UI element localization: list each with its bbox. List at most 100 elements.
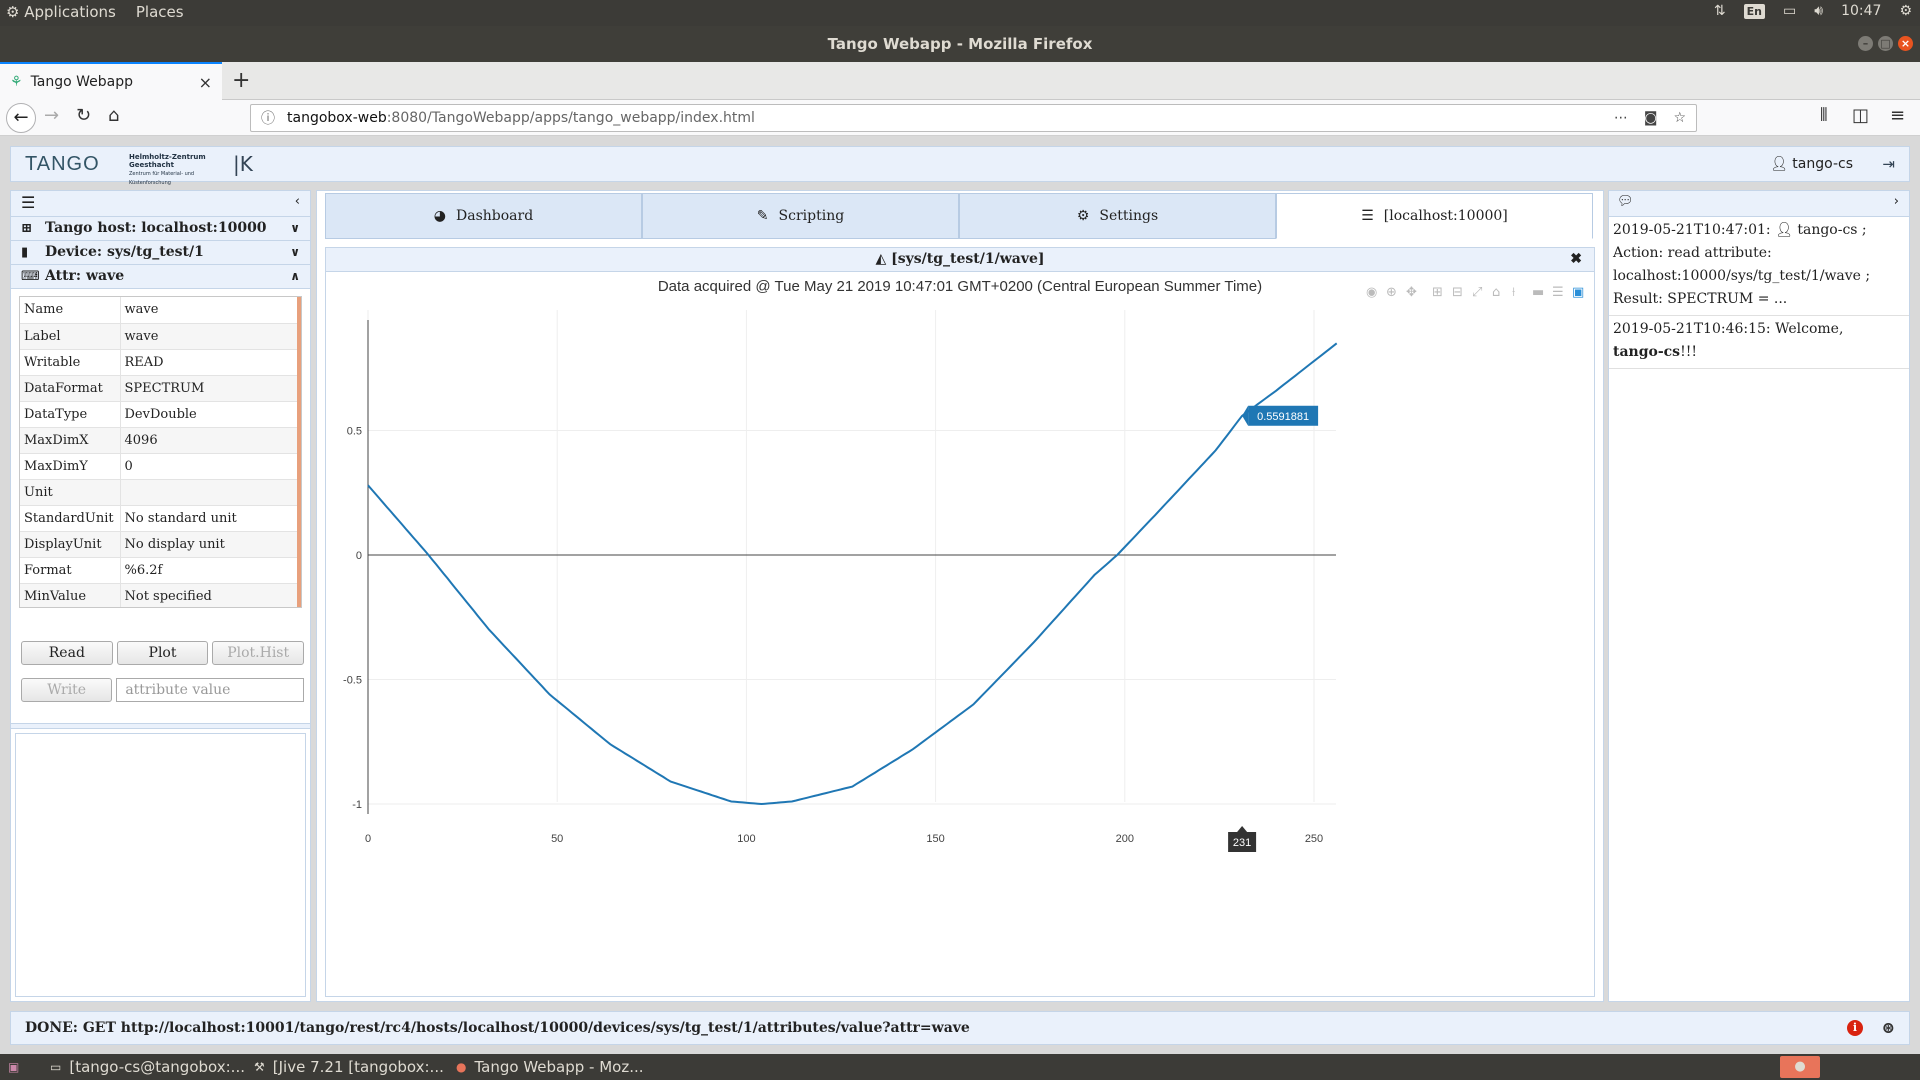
device-accordion[interactable]: ▮ Device: sys/tg_test/1 ∨: [11, 241, 310, 265]
status-bar: DONE: GET http://localhost:10001/tango/r…: [10, 1011, 1910, 1045]
volume-icon[interactable]: 🔊︎: [1814, 3, 1823, 19]
zoom-in-icon[interactable]: ⊞: [1432, 285, 1443, 300]
main-tabs: ◕ Dashboard ✎ Scripting ⚙ Settings ☰ [localh…: [325, 193, 1595, 239]
zoom-icon[interactable]: ⊕: [1386, 285, 1397, 300]
url-bar[interactable]: ⓘ tangobox-web:8080/TangoWebapp/apps/tan…: [250, 104, 1697, 132]
user-name: tango-cs: [1792, 156, 1853, 172]
library-icon[interactable]: ⫴: [1820, 105, 1828, 126]
scrollbar[interactable]: [297, 297, 301, 607]
property-key: MaxDimX: [20, 427, 121, 454]
minimize-button[interactable]: –: [1858, 36, 1873, 51]
keyboard-layout-indicator[interactable]: En: [1743, 3, 1766, 19]
taskbar-item-firefox[interactable]: ● Tango Webapp - Moz...: [456, 1054, 644, 1080]
sidebar-icon[interactable]: ◫: [1852, 105, 1869, 126]
tab-scripting[interactable]: ✎ Scripting: [642, 193, 959, 239]
battery-icon[interactable]: ▭: [1783, 3, 1796, 19]
window-titlebar: Tango Webapp - Mozilla Firefox – □ ×: [0, 26, 1920, 62]
right-panel-toolbar: 💬︎ ›: [1609, 191, 1909, 217]
property-row[interactable]: Format %6.2f: [20, 557, 301, 584]
taskbar-label: Tango Webapp - Moz...: [474, 1058, 644, 1076]
places-menu[interactable]: Places: [136, 3, 184, 21]
taskbar-item-terminal[interactable]: ▭ [tango-cs@tangobox:...: [50, 1054, 245, 1080]
user-menu[interactable]: 👤︎ tango-cs: [1770, 156, 1853, 172]
log-time: 2019-05-21T10:47:01:: [1613, 222, 1771, 238]
hamburger-menu-icon[interactable]: ≡: [1890, 105, 1905, 126]
property-row[interactable]: MinValue Not specified: [20, 583, 301, 607]
spike-lines-icon[interactable]: ⟊: [1512, 285, 1516, 300]
forward-icon[interactable]: →: [44, 105, 59, 126]
close-tab-icon[interactable]: ×: [199, 73, 212, 92]
menu-icon[interactable]: ☰: [21, 193, 35, 212]
back-icon[interactable]: ←: [6, 103, 36, 133]
attribute-value-input[interactable]: attribute value: [116, 678, 304, 702]
error-info-icon[interactable]: i: [1847, 1020, 1863, 1036]
taskbar-item-jive[interactable]: ⚒ [Jive 7.21 [tangobox:...: [254, 1054, 444, 1080]
y-tick-label: 0: [356, 550, 362, 562]
tab-localhost[interactable]: ☰ [localhost:10000]: [1276, 193, 1593, 239]
zoom-out-icon[interactable]: ⊟: [1452, 285, 1463, 300]
url-path: :8080/TangoWebapp/apps/tango_webapp/inde…: [386, 110, 755, 126]
firefox-icon: ●: [456, 1060, 467, 1074]
property-key: StandardUnit: [20, 505, 121, 532]
property-row[interactable]: Writable READ: [20, 349, 301, 376]
hover-compare-icon[interactable]: ☰: [1552, 285, 1564, 300]
close-window-button[interactable]: ×: [1898, 36, 1913, 51]
camera-icon[interactable]: ◉: [1366, 285, 1377, 300]
property-row[interactable]: Label wave: [20, 323, 301, 350]
attr-accordion[interactable]: ⌨ Attr: wave ∧: [11, 265, 310, 289]
applications-menu[interactable]: ⚙ Applications: [6, 3, 116, 21]
window-title: Tango Webapp - Mozilla Firefox: [827, 35, 1093, 53]
system-gear-icon[interactable]: ⚙: [1899, 3, 1912, 19]
reset-axes-icon[interactable]: ⌂: [1492, 285, 1500, 300]
hover-x-label: 231: [1233, 837, 1251, 849]
log-text: Welcome,: [1775, 321, 1844, 337]
property-row[interactable]: DataFormat SPECTRUM: [20, 375, 301, 402]
bookmark-star-icon[interactable]: ☆: [1673, 110, 1686, 126]
property-row[interactable]: Name wave: [20, 297, 301, 324]
tab-label: Settings: [1099, 208, 1159, 224]
browser-tab[interactable]: ⚘ Tango Webapp ×: [0, 62, 222, 100]
firefox-tray-icon[interactable]: ●: [1780, 1056, 1820, 1078]
property-row[interactable]: MaxDimY 0: [20, 453, 301, 480]
pocket-icon[interactable]: ◙: [1644, 110, 1658, 126]
tab-dashboard[interactable]: ◕ Dashboard: [325, 193, 642, 239]
device-label: Device: sys/tg_test/1: [45, 244, 204, 260]
wave-series-line[interactable]: [367, 342, 1338, 806]
collapse-right-icon[interactable]: ›: [1894, 194, 1899, 209]
autoscale-icon[interactable]: ⤢: [1472, 285, 1482, 300]
network-icon[interactable]: ⇅: [1714, 3, 1726, 19]
plotly-logo-icon[interactable]: ▣: [1572, 285, 1584, 300]
plot-hist-button[interactable]: Plot.Hist: [212, 641, 305, 665]
page-actions-icon[interactable]: ⋯: [1614, 110, 1628, 126]
x-tick-label: 0: [365, 833, 371, 845]
property-row[interactable]: Unit: [20, 479, 301, 506]
property-row[interactable]: StandardUnit No standard unit: [20, 505, 301, 532]
property-key: Format: [20, 557, 121, 584]
property-value: 4096: [120, 427, 301, 454]
x-tick-label: 200: [1116, 833, 1134, 845]
hover-closest-icon[interactable]: ▬: [1532, 285, 1544, 300]
maximize-button[interactable]: □: [1878, 36, 1893, 51]
new-tab-icon[interactable]: +: [232, 68, 250, 93]
tab-settings[interactable]: ⚙ Settings: [959, 193, 1276, 239]
logout-icon[interactable]: ⇥: [1882, 155, 1895, 173]
pan-icon[interactable]: ✥: [1406, 285, 1417, 300]
collapse-left-icon[interactable]: ‹: [295, 194, 300, 209]
property-row[interactable]: DataType DevDouble: [20, 401, 301, 428]
wave-plot[interactable]: Data acquired @ Tue May 21 2019 10:47:01…: [326, 272, 1594, 996]
info-icon[interactable]: ⓘ: [261, 108, 275, 128]
panel-resizer[interactable]: [11, 723, 310, 729]
close-plot-icon[interactable]: ✖: [1570, 248, 1582, 271]
reload-icon[interactable]: ↻: [76, 105, 91, 126]
home-icon[interactable]: ⌂: [108, 105, 119, 126]
tango-logo: TANGO: [25, 153, 100, 175]
github-icon[interactable]: ⊛: [1882, 1012, 1895, 1044]
property-row[interactable]: DisplayUnit No display unit: [20, 531, 301, 558]
show-desktop-icon[interactable]: ▣: [8, 1054, 19, 1080]
property-row[interactable]: MaxDimX 4096: [20, 427, 301, 454]
tango-host-accordion[interactable]: ⊞ Tango host: localhost:10000 ∨: [11, 217, 310, 241]
read-button[interactable]: Read: [21, 641, 113, 665]
clock[interactable]: 10:47: [1841, 3, 1881, 19]
plot-button[interactable]: Plot: [116, 641, 209, 665]
write-button[interactable]: Write: [21, 678, 113, 702]
